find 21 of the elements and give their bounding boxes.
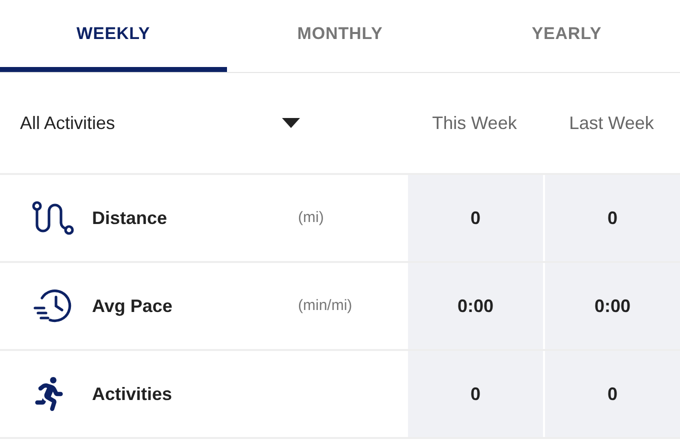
table-cell: 0:00 bbox=[406, 263, 543, 349]
period-tab[interactable]: YEARLY bbox=[453, 0, 680, 72]
caret-icon bbox=[282, 118, 300, 128]
metric-label: Activities bbox=[92, 382, 174, 406]
table-cell: 0 bbox=[543, 351, 680, 437]
unit-label: (mi) bbox=[298, 208, 324, 228]
table-cell: 0:00 bbox=[543, 263, 680, 349]
column-header: Last Week bbox=[568, 112, 655, 134]
period-tab[interactable]: MONTHLY bbox=[226, 0, 454, 72]
route-icon bbox=[32, 201, 74, 235]
column-header: This Week bbox=[431, 112, 518, 134]
activity-dropdown[interactable]: All Activities bbox=[0, 73, 406, 173]
table-cell: 0 bbox=[406, 351, 543, 437]
unit-label: (min/mi) bbox=[298, 296, 352, 316]
table-cell: 0 bbox=[406, 175, 543, 261]
metric-label: Avg Pace bbox=[92, 294, 174, 318]
runner-icon bbox=[32, 377, 66, 411]
period-tab[interactable]: WEEKLY bbox=[0, 0, 227, 72]
metric-label: Distance bbox=[92, 206, 168, 230]
table-cell: 0 bbox=[543, 175, 680, 261]
stopwatch-icon bbox=[32, 288, 74, 324]
